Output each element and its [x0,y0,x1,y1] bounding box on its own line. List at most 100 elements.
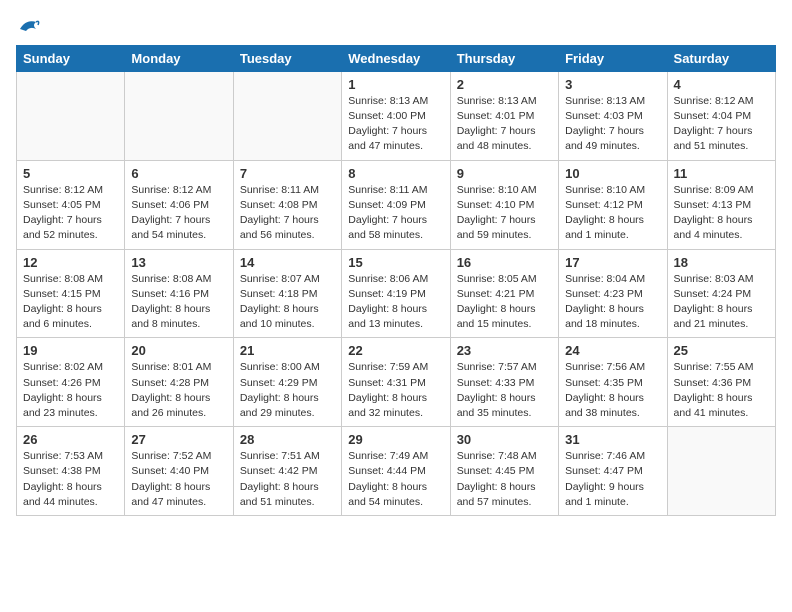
day-info: Sunrise: 8:08 AM Sunset: 4:16 PM Dayligh… [131,272,226,333]
day-number: 14 [240,255,335,270]
day-info: Sunrise: 8:09 AM Sunset: 4:13 PM Dayligh… [674,183,769,244]
day-number: 9 [457,166,552,181]
day-number: 29 [348,432,443,447]
calendar-cell: 22 Sunrise: 7:59 AM Sunset: 4:31 PM Dayli… [342,338,450,427]
weekday-header-sunday: Sunday [17,45,125,71]
calendar-cell: 27Sunrise: 7:52 AM Sunset: 4:40 PM Dayli… [125,427,233,516]
day-number: 12 [23,255,118,270]
day-info: Sunrise: 8:13 AM Sunset: 4:03 PM Dayligh… [565,94,660,155]
calendar-cell: 24 Sunrise: 7:56 AM Sunset: 4:35 PM Dayli… [559,338,667,427]
day-info: Sunrise: 8:03 AM Sunset: 4:24 PM Dayligh… [674,272,769,333]
calendar-cell: 7Sunrise: 8:11 AM Sunset: 4:08 PM Daylig… [233,160,341,249]
day-number: 6 [131,166,226,181]
day-info: Sunrise: 7:48 AM Sunset: 4:45 PM Dayligh… [457,449,552,510]
day-info: Sunrise: 8:02 AM Sunset: 4:26 PM Dayligh… [23,360,118,421]
calendar-cell: 2 Sunrise: 8:13 AM Sunset: 4:01 PM Daylig… [450,71,558,160]
day-info: Sunrise: 7:53 AM Sunset: 4:38 PM Dayligh… [23,449,118,510]
day-number: 19 [23,343,118,358]
logo [16,16,40,37]
day-info: Sunrise: 7:59 AM Sunset: 4:31 PM Dayligh… [348,360,443,421]
day-info: Sunrise: 7:46 AM Sunset: 4:47 PM Dayligh… [565,449,660,510]
calendar-cell: 29 Sunrise: 7:49 AM Sunset: 4:44 PM Dayli… [342,427,450,516]
day-number: 4 [674,77,769,92]
day-number: 1 [348,77,443,92]
calendar-cell: 5 Sunrise: 8:12 AM Sunset: 4:05 PM Daylig… [17,160,125,249]
weekday-header-thursday: Thursday [450,45,558,71]
calendar-cell: 31 Sunrise: 7:46 AM Sunset: 4:47 PM Dayli… [559,427,667,516]
calendar-cell: 3 Sunrise: 8:13 AM Sunset: 4:03 PM Daylig… [559,71,667,160]
weekday-header-wednesday: Wednesday [342,45,450,71]
day-info: Sunrise: 7:51 AM Sunset: 4:42 PM Dayligh… [240,449,335,510]
day-number: 28 [240,432,335,447]
day-info: Sunrise: 8:05 AM Sunset: 4:21 PM Dayligh… [457,272,552,333]
week-row-3: 12 Sunrise: 8:08 AM Sunset: 4:15 PM Dayli… [17,249,776,338]
weekday-header-row: SundayMondayTuesdayWednesdayThursdayFrid… [17,45,776,71]
day-info: Sunrise: 8:07 AM Sunset: 4:18 PM Dayligh… [240,272,335,333]
day-info: Sunrise: 8:04 AM Sunset: 4:23 PM Dayligh… [565,272,660,333]
day-number: 24 [565,343,660,358]
calendar-cell: 20 Sunrise: 8:01 AM Sunset: 4:28 PM Dayli… [125,338,233,427]
day-info: Sunrise: 8:08 AM Sunset: 4:15 PM Dayligh… [23,272,118,333]
day-number: 31 [565,432,660,447]
calendar-cell: 23 Sunrise: 7:57 AM Sunset: 4:33 PM Dayli… [450,338,558,427]
day-number: 11 [674,166,769,181]
day-info: Sunrise: 8:13 AM Sunset: 4:01 PM Dayligh… [457,94,552,155]
day-info: Sunrise: 8:12 AM Sunset: 4:05 PM Dayligh… [23,183,118,244]
calendar-cell: 14 Sunrise: 8:07 AM Sunset: 4:18 PM Dayli… [233,249,341,338]
calendar-cell [17,71,125,160]
calendar-cell: 19 Sunrise: 8:02 AM Sunset: 4:26 PM Dayli… [17,338,125,427]
calendar-cell: 8Sunrise: 8:11 AM Sunset: 4:09 PM Daylig… [342,160,450,249]
page-header [16,16,776,37]
calendar-cell: 17 Sunrise: 8:04 AM Sunset: 4:23 PM Dayli… [559,249,667,338]
week-row-4: 19 Sunrise: 8:02 AM Sunset: 4:26 PM Dayli… [17,338,776,427]
calendar-cell: 6 Sunrise: 8:12 AM Sunset: 4:06 PM Daylig… [125,160,233,249]
calendar-cell: 13 Sunrise: 8:08 AM Sunset: 4:16 PM Dayli… [125,249,233,338]
day-number: 7 [240,166,335,181]
day-info: Sunrise: 8:13 AM Sunset: 4:00 PM Dayligh… [348,94,443,155]
day-number: 18 [674,255,769,270]
day-number: 13 [131,255,226,270]
calendar-cell [125,71,233,160]
day-number: 16 [457,255,552,270]
day-number: 25 [674,343,769,358]
day-number: 26 [23,432,118,447]
day-number: 30 [457,432,552,447]
calendar-cell: 28 Sunrise: 7:51 AM Sunset: 4:42 PM Dayli… [233,427,341,516]
day-number: 3 [565,77,660,92]
day-info: Sunrise: 7:57 AM Sunset: 4:33 PM Dayligh… [457,360,552,421]
day-number: 22 [348,343,443,358]
day-info: Sunrise: 7:56 AM Sunset: 4:35 PM Dayligh… [565,360,660,421]
calendar-cell: 4 Sunrise: 8:12 AM Sunset: 4:04 PM Daylig… [667,71,775,160]
calendar-cell: 30 Sunrise: 7:48 AM Sunset: 4:45 PM Dayli… [450,427,558,516]
calendar-cell: 11 Sunrise: 8:09 AM Sunset: 4:13 PM Dayli… [667,160,775,249]
calendar-cell: 9Sunrise: 8:10 AM Sunset: 4:10 PM Daylig… [450,160,558,249]
day-number: 20 [131,343,226,358]
day-number: 17 [565,255,660,270]
day-info: Sunrise: 8:00 AM Sunset: 4:29 PM Dayligh… [240,360,335,421]
day-info: Sunrise: 7:49 AM Sunset: 4:44 PM Dayligh… [348,449,443,510]
calendar-cell: 10 Sunrise: 8:10 AM Sunset: 4:12 PM Dayli… [559,160,667,249]
week-row-2: 5 Sunrise: 8:12 AM Sunset: 4:05 PM Daylig… [17,160,776,249]
weekday-header-tuesday: Tuesday [233,45,341,71]
calendar-cell: 18 Sunrise: 8:03 AM Sunset: 4:24 PM Dayli… [667,249,775,338]
calendar-cell [233,71,341,160]
day-number: 21 [240,343,335,358]
calendar-cell: 15Sunrise: 8:06 AM Sunset: 4:19 PM Dayli… [342,249,450,338]
day-info: Sunrise: 7:52 AM Sunset: 4:40 PM Dayligh… [131,449,226,510]
weekday-header-monday: Monday [125,45,233,71]
day-info: Sunrise: 8:10 AM Sunset: 4:12 PM Dayligh… [565,183,660,244]
day-number: 2 [457,77,552,92]
logo-bird-icon [18,17,40,35]
weekday-header-friday: Friday [559,45,667,71]
calendar-cell: 16 Sunrise: 8:05 AM Sunset: 4:21 PM Dayli… [450,249,558,338]
day-info: Sunrise: 7:55 AM Sunset: 4:36 PM Dayligh… [674,360,769,421]
day-number: 10 [565,166,660,181]
week-row-5: 26 Sunrise: 7:53 AM Sunset: 4:38 PM Dayli… [17,427,776,516]
calendar-cell [667,427,775,516]
day-info: Sunrise: 8:01 AM Sunset: 4:28 PM Dayligh… [131,360,226,421]
day-info: Sunrise: 8:12 AM Sunset: 4:06 PM Dayligh… [131,183,226,244]
day-number: 5 [23,166,118,181]
day-info: Sunrise: 8:12 AM Sunset: 4:04 PM Dayligh… [674,94,769,155]
calendar-cell: 12 Sunrise: 8:08 AM Sunset: 4:15 PM Dayli… [17,249,125,338]
day-number: 23 [457,343,552,358]
